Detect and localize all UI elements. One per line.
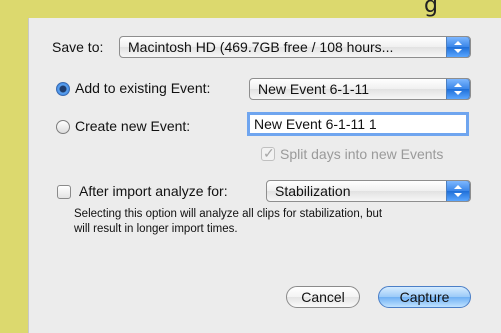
existing-event-popup[interactable]: New Event 6-1-11 (249, 78, 471, 100)
analyze-note-line2: will result in longer import times. (74, 223, 238, 235)
split-days-checkbox[interactable]: ✓ (261, 145, 275, 161)
new-event-name-field[interactable]: New Event 6-1-11 1 (247, 112, 469, 136)
analyze-checkbox[interactable] (57, 185, 71, 199)
analyze-label: After import analyze for: (79, 183, 228, 199)
popup-arrows-icon (446, 79, 470, 99)
checkmark-icon: ✓ (263, 145, 275, 161)
popup-arrows-icon (446, 181, 470, 201)
split-days-label: Split days into new Events (280, 146, 444, 162)
cancel-button[interactable]: Cancel (286, 286, 360, 308)
add-to-existing-label: Add to existing Event: (75, 80, 211, 96)
capture-button[interactable]: Capture (378, 286, 471, 308)
existing-event-value: New Event 6-1-11 (258, 81, 370, 97)
background-text-fragment: g (424, 0, 438, 18)
add-to-existing-radio[interactable] (56, 82, 70, 96)
analyze-for-popup[interactable]: Stabilization (266, 180, 471, 202)
popup-arrows-icon (446, 37, 470, 57)
analyze-note: Selecting this option will analyze all c… (74, 207, 382, 237)
save-to-popup[interactable]: Macintosh HD (469.7GB free / 108 hours..… (119, 36, 471, 58)
analyze-for-value: Stabilization (275, 183, 351, 199)
analyze-note-line1: Selecting this option will analyze all c… (74, 208, 383, 220)
save-to-value: Macintosh HD (469.7GB free / 108 hours..… (128, 39, 394, 55)
create-new-radio[interactable] (56, 120, 70, 134)
create-new-label: Create new Event: (75, 118, 191, 134)
import-options-dialog: Save to: Macintosh HD (469.7GB free / 10… (28, 18, 501, 333)
save-to-label: Save to: (52, 39, 104, 55)
